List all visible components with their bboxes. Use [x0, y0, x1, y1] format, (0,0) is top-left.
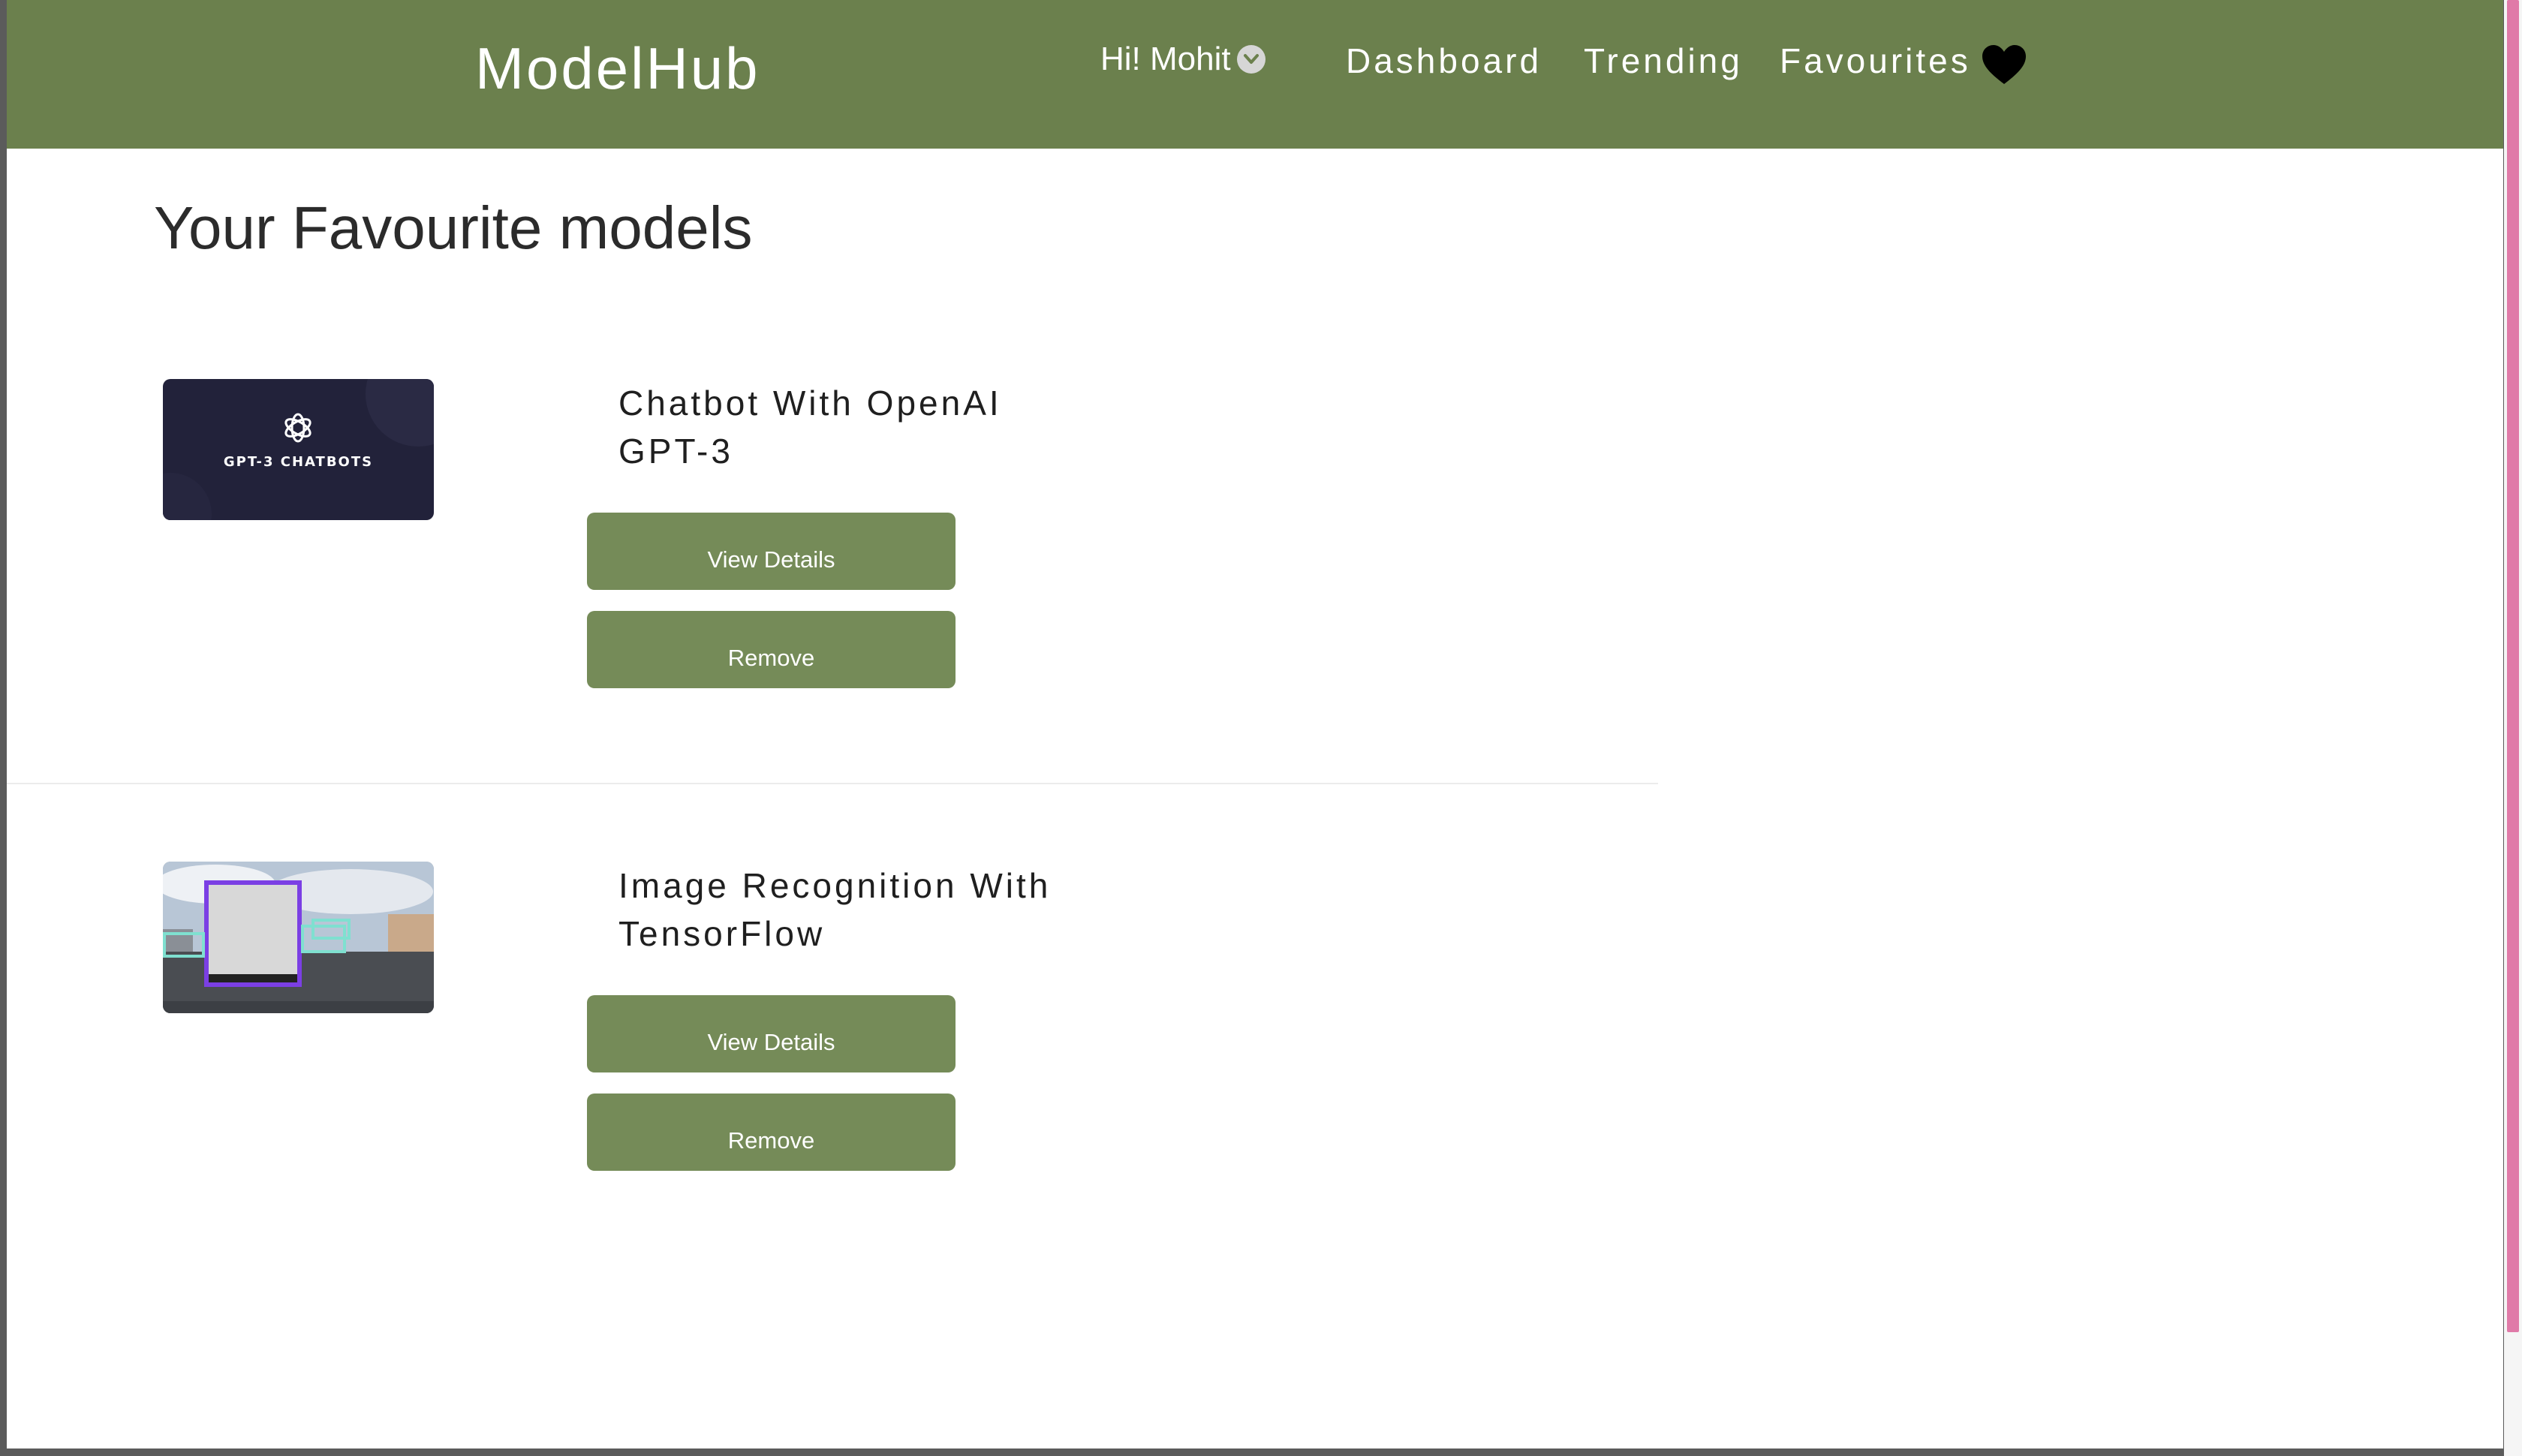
favourite-model-card: Image Recognition With TensorFlow View D… [7, 862, 1658, 1192]
model-title: Image Recognition With TensorFlow [618, 866, 1052, 953]
user-greeting: Hi! Mohit [1100, 41, 1231, 77]
remove-button[interactable]: Remove [587, 1094, 956, 1171]
app-window: ModelHub Hi! Mohit Dashboard Trending Fa… [7, 0, 2503, 1448]
favourite-model-card: GPT-3 CHATBOTS Chatbot With OpenAI GPT-3… [7, 379, 1658, 784]
model-thumbnail [163, 862, 434, 1013]
remove-button[interactable]: Remove [587, 611, 956, 688]
view-details-button[interactable]: View Details [587, 513, 956, 590]
user-menu[interactable]: Hi! Mohit [1100, 41, 1266, 78]
openai-logo-icon [284, 413, 311, 443]
nav-link-trending[interactable]: Trending [1584, 41, 1743, 81]
page-title: Your Favourite models [154, 194, 753, 261]
nav-link-dashboard[interactable]: Dashboard [1346, 41, 1542, 81]
brand-logo[interactable]: ModelHub [475, 35, 760, 103]
chevron-down-icon[interactable] [1236, 45, 1266, 74]
model-title: Chatbot With OpenAI GPT-3 [618, 384, 1002, 471]
thumbnail-caption: GPT-3 CHATBOTS [223, 454, 374, 470]
nav-link-favourites[interactable]: Favourites [1780, 41, 1971, 81]
model-thumbnail: GPT-3 CHATBOTS [163, 379, 434, 520]
top-navbar: ModelHub Hi! Mohit Dashboard Trending Fa… [7, 0, 2503, 149]
page-scrollbar[interactable] [2504, 0, 2522, 1456]
scrollbar-thumb[interactable] [2507, 0, 2519, 1332]
heart-icon[interactable] [1981, 44, 2027, 86]
view-details-button[interactable]: View Details [587, 995, 956, 1072]
